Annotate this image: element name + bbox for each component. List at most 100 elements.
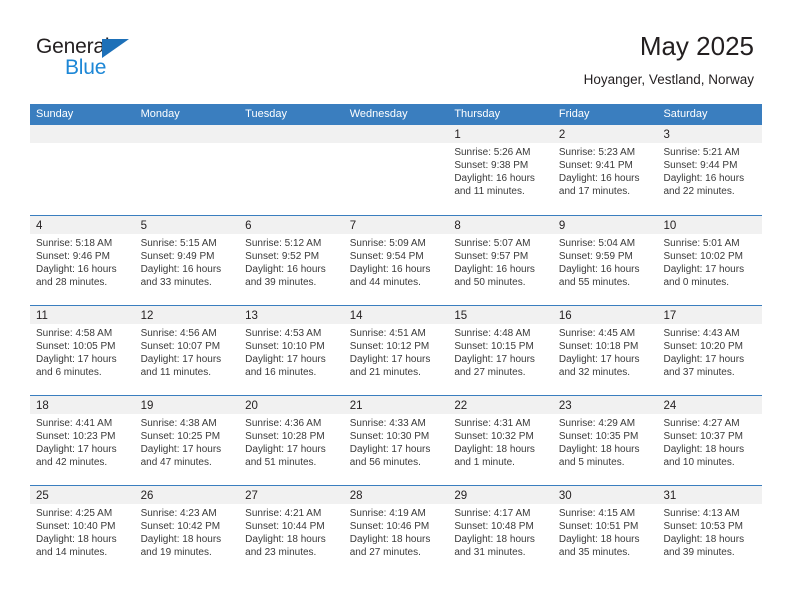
day-number: 29 (454, 490, 468, 502)
day-cell-10[interactable]: 10 Sunrise: 5:01 AM Sunset: 10:02 PM Daylig… (657, 216, 763, 305)
day-cell-18[interactable]: 18 Sunrise: 4:41 AM Sunset: 10:23 PM Daylig… (30, 396, 135, 485)
day-details: Sunrise: 4:27 AM Sunset: 10:37 PM Daylight… (657, 414, 762, 469)
day-details: Sunrise: 5:09 AM Sunset: 9:54 PM Daylight:… (344, 234, 449, 289)
sunset-text: Sunset: 10:07 PM (140, 341, 221, 352)
day-details: Sunrise: 5:07 AM Sunset: 9:57 PM Daylight:… (448, 234, 553, 289)
daylight-text-line1: Daylight: 17 hours (558, 354, 640, 365)
sunset-text: Sunset: 10:42 PM (140, 521, 221, 532)
day-number-strip (239, 125, 344, 143)
sunset-text: Sunset: 9:44 PM (663, 160, 738, 171)
day-cell-14[interactable]: 14 Sunrise: 4:51 AM Sunset: 10:12 PM Daylig… (343, 306, 449, 395)
day-cell-empty (30, 125, 135, 215)
weekday-header-sunday: Sunday (36, 108, 74, 120)
sunset-text: Sunset: 10:32 PM (454, 431, 534, 442)
day-cell-31[interactable]: 31 Sunrise: 4:13 AM Sunset: 10:53 PM Daylig… (657, 486, 763, 575)
sunset-text: Sunset: 10:12 PM (349, 341, 430, 352)
day-cell-17[interactable]: 17 Sunrise: 4:43 AM Sunset: 10:20 PM Daylig… (657, 306, 763, 395)
daylight-text-line2: and 27 minutes. (454, 367, 526, 378)
day-cell-5[interactable]: 5 Sunrise: 5:15 AM Sunset: 9:49 PM Daylight… (134, 216, 240, 305)
sunrise-text: Sunrise: 4:13 AM (663, 508, 740, 519)
day-cell-30[interactable]: 30 Sunrise: 4:15 AM Sunset: 10:51 PM Daylig… (552, 486, 658, 575)
daylight-text-line2: and 37 minutes. (663, 367, 735, 378)
page-title: May 2025 (639, 31, 754, 61)
sunrise-text: Sunrise: 5:09 AM (349, 238, 426, 249)
daylight-text-line1: Daylight: 17 hours (140, 444, 222, 455)
day-number: 12 (140, 310, 154, 322)
day-cell-27[interactable]: 27 Sunrise: 4:21 AM Sunset: 10:44 PM Daylig… (239, 486, 344, 575)
daylight-text-line2: and 55 minutes. (558, 277, 631, 288)
daylight-text-line1: Daylight: 18 hours (663, 444, 745, 455)
sunset-text: Sunset: 10:44 PM (245, 521, 325, 532)
day-details: Sunrise: 4:45 AM Sunset: 10:18 PM Daylight… (553, 324, 658, 379)
day-number-strip: 29 (448, 486, 553, 504)
calendar-weeks: 1 Sunrise: 5:26 AM Sunset: 9:38 PM Daylight… (30, 125, 763, 575)
day-details: Sunrise: 5:01 AM Sunset: 10:02 PM Daylight… (657, 234, 762, 289)
day-cell-3[interactable]: 3 Sunrise: 5:21 AM Sunset: 9:44 PM Daylight… (657, 125, 763, 215)
sunrise-text: Sunrise: 4:15 AM (558, 508, 636, 519)
day-cell-23[interactable]: 23 Sunrise: 4:29 AM Sunset: 10:35 PM Daylig… (552, 396, 658, 485)
daylight-text-line1: Daylight: 17 hours (349, 444, 431, 455)
day-number: 16 (558, 310, 572, 322)
day-cell-7[interactable]: 7 Sunrise: 5:09 AM Sunset: 9:54 PM Daylight… (343, 216, 449, 305)
day-cell-28[interactable]: 28 Sunrise: 4:19 AM Sunset: 10:46 PM Daylig… (343, 486, 449, 575)
day-cell-6[interactable]: 6 Sunrise: 5:12 AM Sunset: 9:52 PM Daylight… (239, 216, 344, 305)
daylight-text-line1: Daylight: 17 hours (245, 444, 326, 455)
sunrise-text: Sunrise: 5:04 AM (558, 238, 636, 249)
page-subtitle: Hoyanger, Vestland, Norway (583, 72, 754, 87)
day-number-strip: 21 (343, 396, 449, 414)
day-cell-2[interactable]: 2 Sunrise: 5:23 AM Sunset: 9:41 PM Daylight… (552, 125, 658, 215)
sunset-text: Sunset: 10:51 PM (558, 521, 639, 532)
sunrise-text: Sunrise: 4:58 AM (36, 328, 113, 339)
daylight-text-line2: and 33 minutes. (140, 277, 212, 288)
daylight-text-line2: and 56 minutes. (349, 457, 421, 468)
day-number: 6 (245, 220, 252, 232)
day-cell-29[interactable]: 29 Sunrise: 4:17 AM Sunset: 10:48 PM Daylig… (448, 486, 553, 575)
day-cell-9[interactable]: 9 Sunrise: 5:04 AM Sunset: 9:59 PM Daylight… (552, 216, 658, 305)
weekday-header-wednesday: Wednesday (349, 108, 408, 120)
day-cell-4[interactable]: 4 Sunrise: 5:18 AM Sunset: 9:46 PM Daylight… (30, 216, 135, 305)
day-details: Sunrise: 5:26 AM Sunset: 9:38 PM Daylight:… (448, 143, 553, 198)
sunset-text: Sunset: 9:49 PM (140, 251, 215, 262)
sunset-text: Sunset: 9:52 PM (245, 251, 320, 262)
day-number: 5 (140, 220, 147, 232)
day-cell-12[interactable]: 12 Sunrise: 4:56 AM Sunset: 10:07 PM Daylig… (134, 306, 240, 395)
daylight-text-line1: Daylight: 18 hours (245, 534, 326, 545)
day-cell-22[interactable]: 22 Sunrise: 4:31 AM Sunset: 10:32 PM Daylig… (448, 396, 553, 485)
weekday-header-friday: Friday (558, 108, 590, 120)
sunset-text: Sunset: 10:18 PM (558, 341, 639, 352)
day-number (239, 129, 245, 141)
day-cell-24[interactable]: 24 Sunrise: 4:27 AM Sunset: 10:37 PM Daylig… (657, 396, 763, 485)
title-block: May 2025 Hoyanger, Vestland, Norway (584, 30, 754, 90)
daylight-text-line1: Daylight: 18 hours (454, 444, 535, 455)
day-cell-1[interactable]: 1 Sunrise: 5:26 AM Sunset: 9:38 PM Daylight… (448, 125, 553, 215)
day-cell-13[interactable]: 13 Sunrise: 4:53 AM Sunset: 10:10 PM Daylig… (239, 306, 344, 395)
day-cell-25[interactable]: 25 Sunrise: 4:25 AM Sunset: 10:40 PM Daylig… (30, 486, 135, 575)
sunset-text: Sunset: 9:59 PM (558, 251, 633, 262)
day-cell-16[interactable]: 16 Sunrise: 4:45 AM Sunset: 10:18 PM Daylig… (552, 306, 658, 395)
day-number: 2 (558, 129, 566, 141)
day-cell-15[interactable]: 15 Sunrise: 4:48 AM Sunset: 10:15 PM Daylig… (448, 306, 553, 395)
sunrise-text: Sunrise: 5:26 AM (454, 147, 531, 158)
logo-text-general: General (36, 35, 110, 58)
calendar-week-row: 11 Sunrise: 4:58 AM Sunset: 10:05 PM Daylig… (30, 305, 763, 395)
day-number-strip: 1 (448, 125, 553, 143)
day-cell-21[interactable]: 21 Sunrise: 4:33 AM Sunset: 10:30 PM Daylig… (343, 396, 449, 485)
day-cell-26[interactable]: 26 Sunrise: 4:23 AM Sunset: 10:42 PM Daylig… (134, 486, 240, 575)
day-details: Sunrise: 5:18 AM Sunset: 9:46 PM Daylight:… (30, 234, 135, 289)
day-cell-19[interactable]: 19 Sunrise: 4:38 AM Sunset: 10:25 PM Daylig… (134, 396, 240, 485)
daylight-text-line1: Daylight: 17 hours (454, 354, 535, 365)
day-number-strip: 16 (552, 306, 658, 324)
daylight-text-line1: Daylight: 16 hours (349, 264, 431, 275)
sunset-text: Sunset: 10:25 PM (140, 431, 221, 442)
day-number-strip: 30 (552, 486, 658, 504)
day-cell-11[interactable]: 11 Sunrise: 4:58 AM Sunset: 10:05 PM Daylig… (30, 306, 135, 395)
day-details: Sunrise: 4:17 AM Sunset: 10:48 PM Daylight… (448, 504, 553, 559)
sunset-text: Sunset: 10:05 PM (36, 341, 116, 352)
day-details: Sunrise: 4:53 AM Sunset: 10:10 PM Daylight… (239, 324, 344, 379)
day-cell-8[interactable]: 8 Sunrise: 5:07 AM Sunset: 9:57 PM Daylight… (448, 216, 553, 305)
day-number-strip: 19 (134, 396, 240, 414)
day-details: Sunrise: 4:38 AM Sunset: 10:25 PM Daylight… (135, 414, 240, 469)
day-cell-20[interactable]: 20 Sunrise: 4:36 AM Sunset: 10:28 PM Daylig… (239, 396, 344, 485)
day-number-strip: 9 (552, 216, 658, 234)
sunrise-text: Sunrise: 5:12 AM (245, 238, 322, 249)
